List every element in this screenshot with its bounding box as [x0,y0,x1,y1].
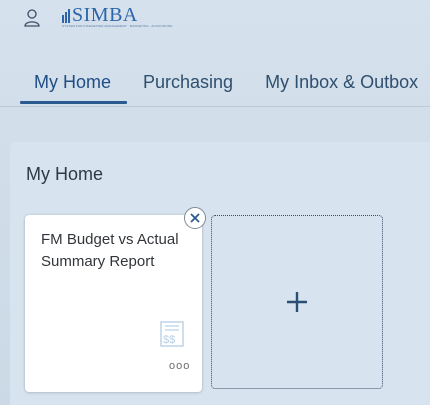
tab-my-home[interactable]: My Home [20,64,128,106]
shell-header: SIMBA SYSTEM FOR INTEGRATED MANAGEMENT ·… [0,0,430,40]
tab-label: My Home [34,72,112,92]
close-icon [190,213,200,223]
header-divider [0,106,430,107]
user-icon[interactable] [22,8,42,28]
plus-icon [287,292,307,312]
section-title: My Home [26,164,104,184]
logo-bars-icon [62,9,70,23]
tab-my-inbox-outbox[interactable]: My Inbox & Outbox [249,64,430,106]
tab-label: My Inbox & Outbox [265,72,419,92]
active-tab-indicator [20,101,128,104]
app-shell: SIMBA SYSTEM FOR INTEGRATED MANAGEMENT ·… [0,0,430,405]
tile-title: FM Budget vs Actual Summary Report [41,231,179,270]
tile-more-button[interactable]: ooo [169,360,190,372]
my-home-section: My Home FM Budget vs Actual Summary Repo… [10,142,430,405]
tab-label: Purchasing [143,72,234,92]
nav-tabs: My Home Purchasing My Inbox & Outbox [20,64,430,106]
simba-logo: SIMBA SYSTEM FOR INTEGRATED MANAGEMENT ·… [62,4,173,33]
remove-tile-button[interactable] [184,207,206,229]
add-tile-button[interactable] [211,215,383,389]
budget-report-icon: $$ [159,320,185,348]
svg-text:$$: $$ [163,334,175,346]
logo-text: SIMBA [72,4,138,26]
logo-tagline: SYSTEM FOR INTEGRATED MANAGEMENT · BUDGE… [62,24,173,28]
tab-purchasing[interactable]: Purchasing [127,64,249,106]
app-tile-fm-budget-report[interactable]: FM Budget vs Actual Summary Report $$ oo… [25,215,202,392]
